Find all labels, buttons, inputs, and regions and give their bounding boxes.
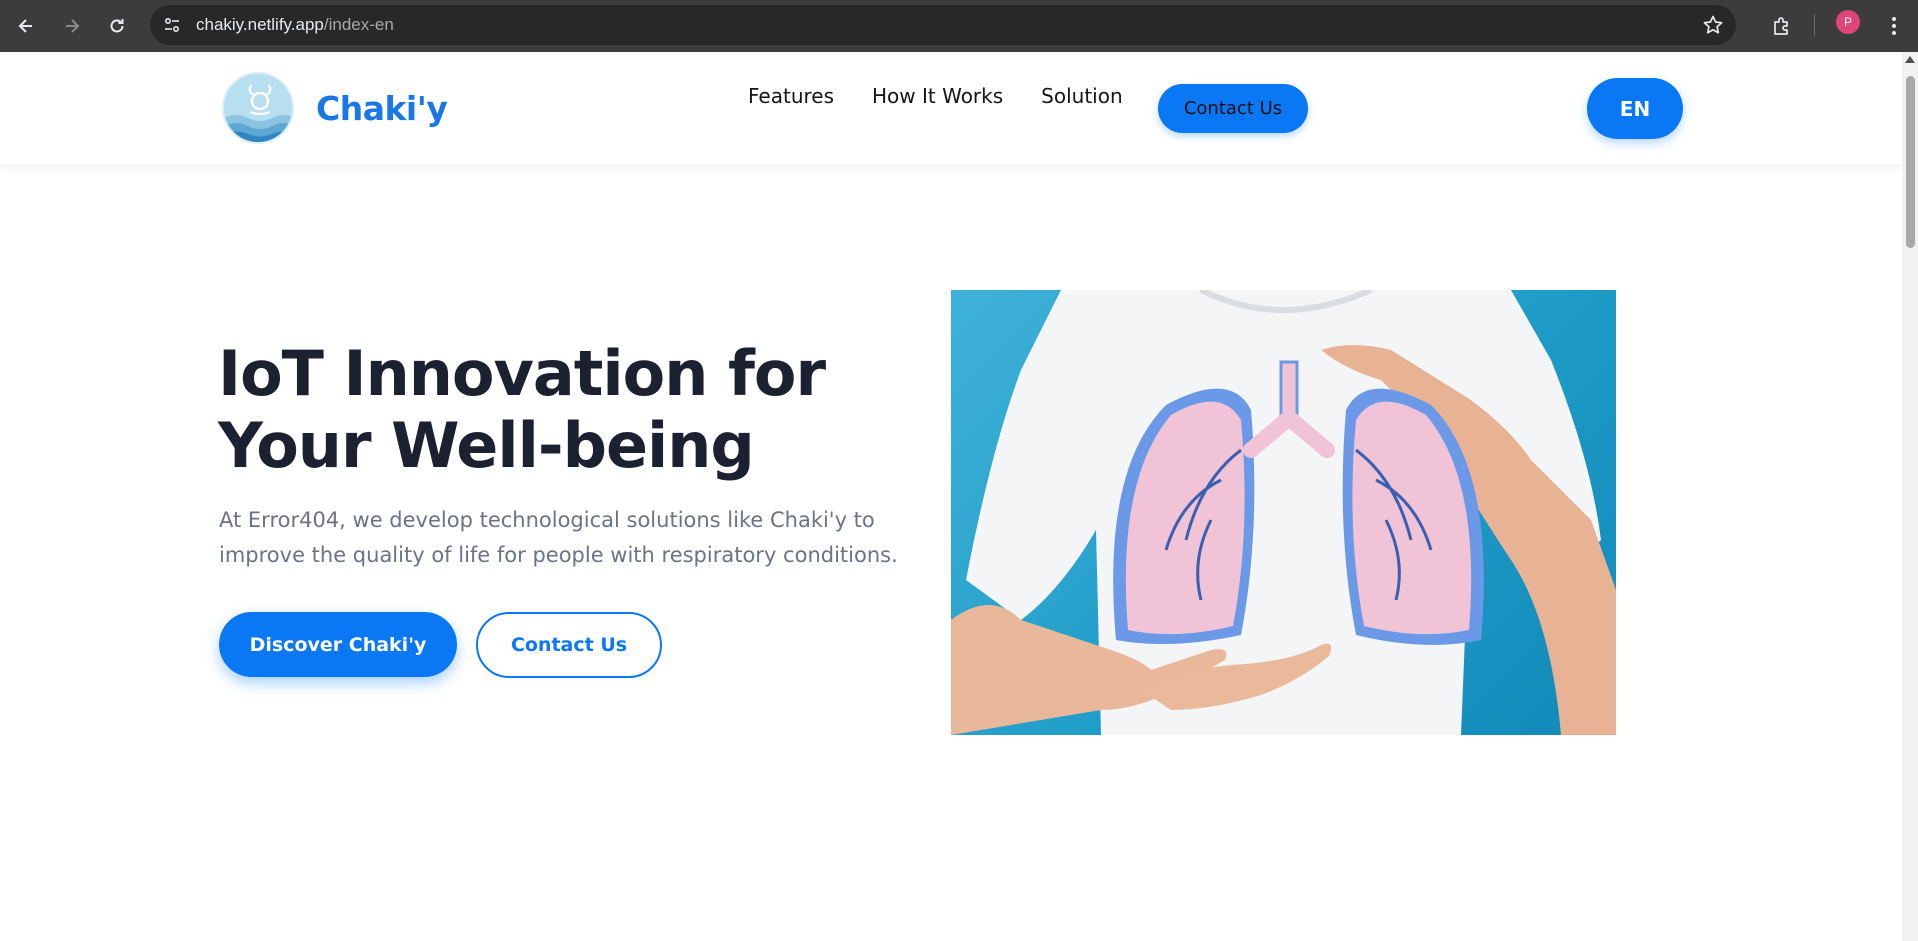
discover-button[interactable]: Discover Chaki'y bbox=[219, 612, 457, 677]
hero-title-line-2: Your Well-being bbox=[218, 409, 755, 482]
browser-toolbar: chakiy.netlify.app/index-en P bbox=[0, 0, 1918, 52]
nav-contact-button[interactable]: Contact Us bbox=[1158, 84, 1308, 133]
profile-avatar[interactable]: P bbox=[1836, 10, 1860, 34]
toolbar-divider bbox=[1814, 14, 1815, 36]
reload-icon[interactable] bbox=[101, 10, 133, 42]
site-header: Chaki'y Features How It Works Solution C… bbox=[0, 52, 1902, 164]
url-text: chakiy.netlify.app/index-en bbox=[196, 15, 394, 34]
brand-logo bbox=[222, 72, 294, 144]
menu-dots-icon[interactable] bbox=[1880, 10, 1908, 42]
scrollbar-thumb[interactable] bbox=[1906, 76, 1915, 248]
nav-how-it-works[interactable]: How It Works bbox=[872, 84, 1003, 108]
hero-contact-button[interactable]: Contact Us bbox=[476, 612, 662, 678]
page-scrollbar[interactable] bbox=[1902, 52, 1918, 941]
language-button[interactable]: EN bbox=[1587, 78, 1683, 139]
site-info-icon[interactable] bbox=[162, 15, 182, 35]
brand[interactable]: Chaki'y bbox=[222, 72, 448, 144]
scroll-up-arrow-icon[interactable] bbox=[1905, 56, 1915, 63]
brand-name: Chaki'y bbox=[316, 88, 448, 128]
hero-title-line-1: IoT Innovation for bbox=[218, 337, 826, 410]
nav-features[interactable]: Features bbox=[748, 84, 834, 108]
star-icon[interactable] bbox=[1702, 14, 1724, 36]
back-arrow-icon[interactable] bbox=[10, 10, 42, 42]
page-viewport: Chaki'y Features How It Works Solution C… bbox=[0, 52, 1918, 941]
extensions-icon[interactable] bbox=[1766, 10, 1798, 42]
main-nav: Features How It Works Solution bbox=[748, 84, 1161, 108]
hero-image-lungs bbox=[951, 290, 1616, 735]
nav-solution[interactable]: Solution bbox=[1041, 84, 1122, 108]
forward-arrow-icon[interactable] bbox=[56, 10, 88, 42]
address-bar[interactable]: chakiy.netlify.app/index-en bbox=[150, 5, 1736, 45]
hero-description: At Error404, we develop technological so… bbox=[219, 508, 898, 567]
hero-title: IoT Innovation for Your Well-being bbox=[218, 338, 978, 482]
